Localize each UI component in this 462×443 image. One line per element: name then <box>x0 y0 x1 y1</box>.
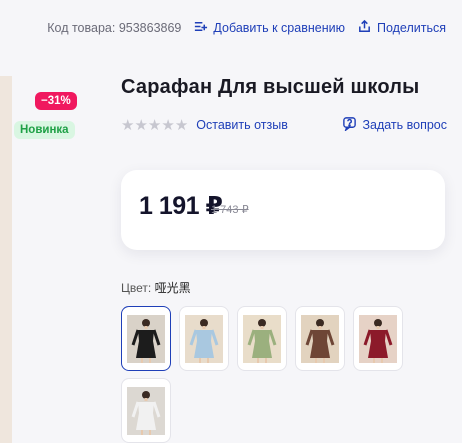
rating-stars: ★ ★ ★ ★ ★ <box>121 116 188 134</box>
current-price: 1 191 ₽ <box>139 192 223 220</box>
compare-icon <box>193 19 208 37</box>
color-label-text: Цвет: <box>121 281 152 295</box>
star-icon: ★ <box>147 117 161 134</box>
dress-thumbnail-icon <box>127 314 165 363</box>
selected-color-value: 哑光黑 <box>154 281 191 295</box>
sku-text: Код товара: 953863869 <box>47 21 182 35</box>
color-swatch-light-blue[interactable] <box>179 306 229 371</box>
star-icon: ★ <box>174 117 188 134</box>
color-swatch-sage-green[interactable] <box>237 306 287 371</box>
dress-thumbnail-icon <box>127 386 165 435</box>
product-title: Сарафан Для высшей школы <box>121 76 420 98</box>
new-badge: Новинка <box>14 121 75 139</box>
product-image-edge[interactable] <box>0 76 12 443</box>
ask-question-label: Задать вопрос <box>362 118 447 132</box>
ask-question-button[interactable]: Задать вопрос <box>342 116 447 134</box>
share-icon <box>357 19 372 37</box>
compare-button[interactable]: Добавить к сравнению <box>193 19 345 37</box>
color-swatch-black[interactable] <box>121 306 171 371</box>
share-button[interactable]: Поделиться <box>357 19 446 37</box>
leave-review-link[interactable]: Оставить отзыв <box>196 118 288 132</box>
star-icon: ★ <box>134 117 147 134</box>
compare-label: Добавить к сравнению <box>213 21 345 35</box>
product-toolbar: Код товара: 953863869 Добавить к сравнен… <box>47 19 446 37</box>
dress-thumbnail-icon <box>185 314 223 363</box>
star-icon: ★ <box>161 117 174 134</box>
color-swatch-brown[interactable] <box>295 306 345 371</box>
star-icon: ★ <box>121 117 134 134</box>
question-chat-icon <box>342 116 357 134</box>
old-price: 1 743 ₽ <box>211 204 249 216</box>
color-swatch-burgundy[interactable] <box>353 306 403 371</box>
share-label: Поделиться <box>376 21 446 35</box>
color-swatch-white[interactable] <box>121 378 171 443</box>
dress-thumbnail-icon <box>301 314 339 363</box>
color-label: Цвет: 哑光黑 <box>121 279 191 296</box>
dress-thumbnail-icon <box>359 314 397 363</box>
price-card: 1 191 ₽ 1 743 ₽ <box>121 170 445 250</box>
rating-row: ★ ★ ★ ★ ★ Оставить отзыв Задать вопрос <box>121 116 447 134</box>
discount-badge: −31% <box>35 92 77 110</box>
dress-thumbnail-icon <box>243 314 281 363</box>
color-swatches <box>121 306 411 443</box>
